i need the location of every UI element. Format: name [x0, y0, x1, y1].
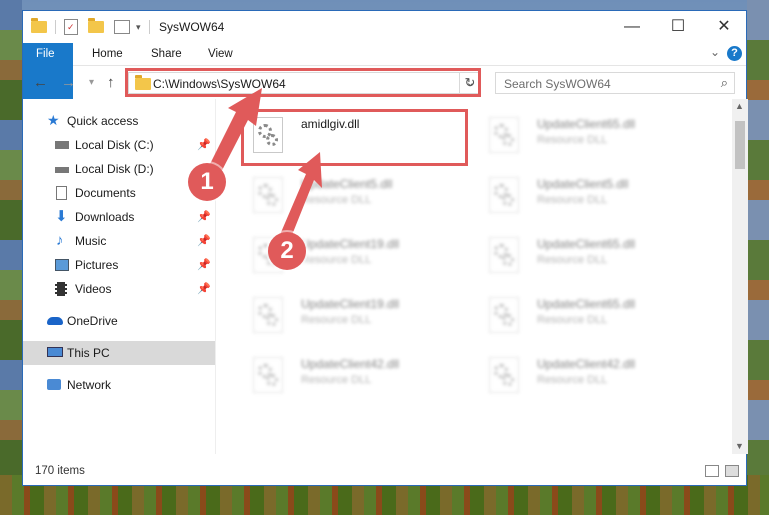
step-2-badge: 2: [268, 232, 306, 270]
step-1-badge: 1: [188, 163, 226, 201]
annotation-arrows: [204, 88, 322, 250]
